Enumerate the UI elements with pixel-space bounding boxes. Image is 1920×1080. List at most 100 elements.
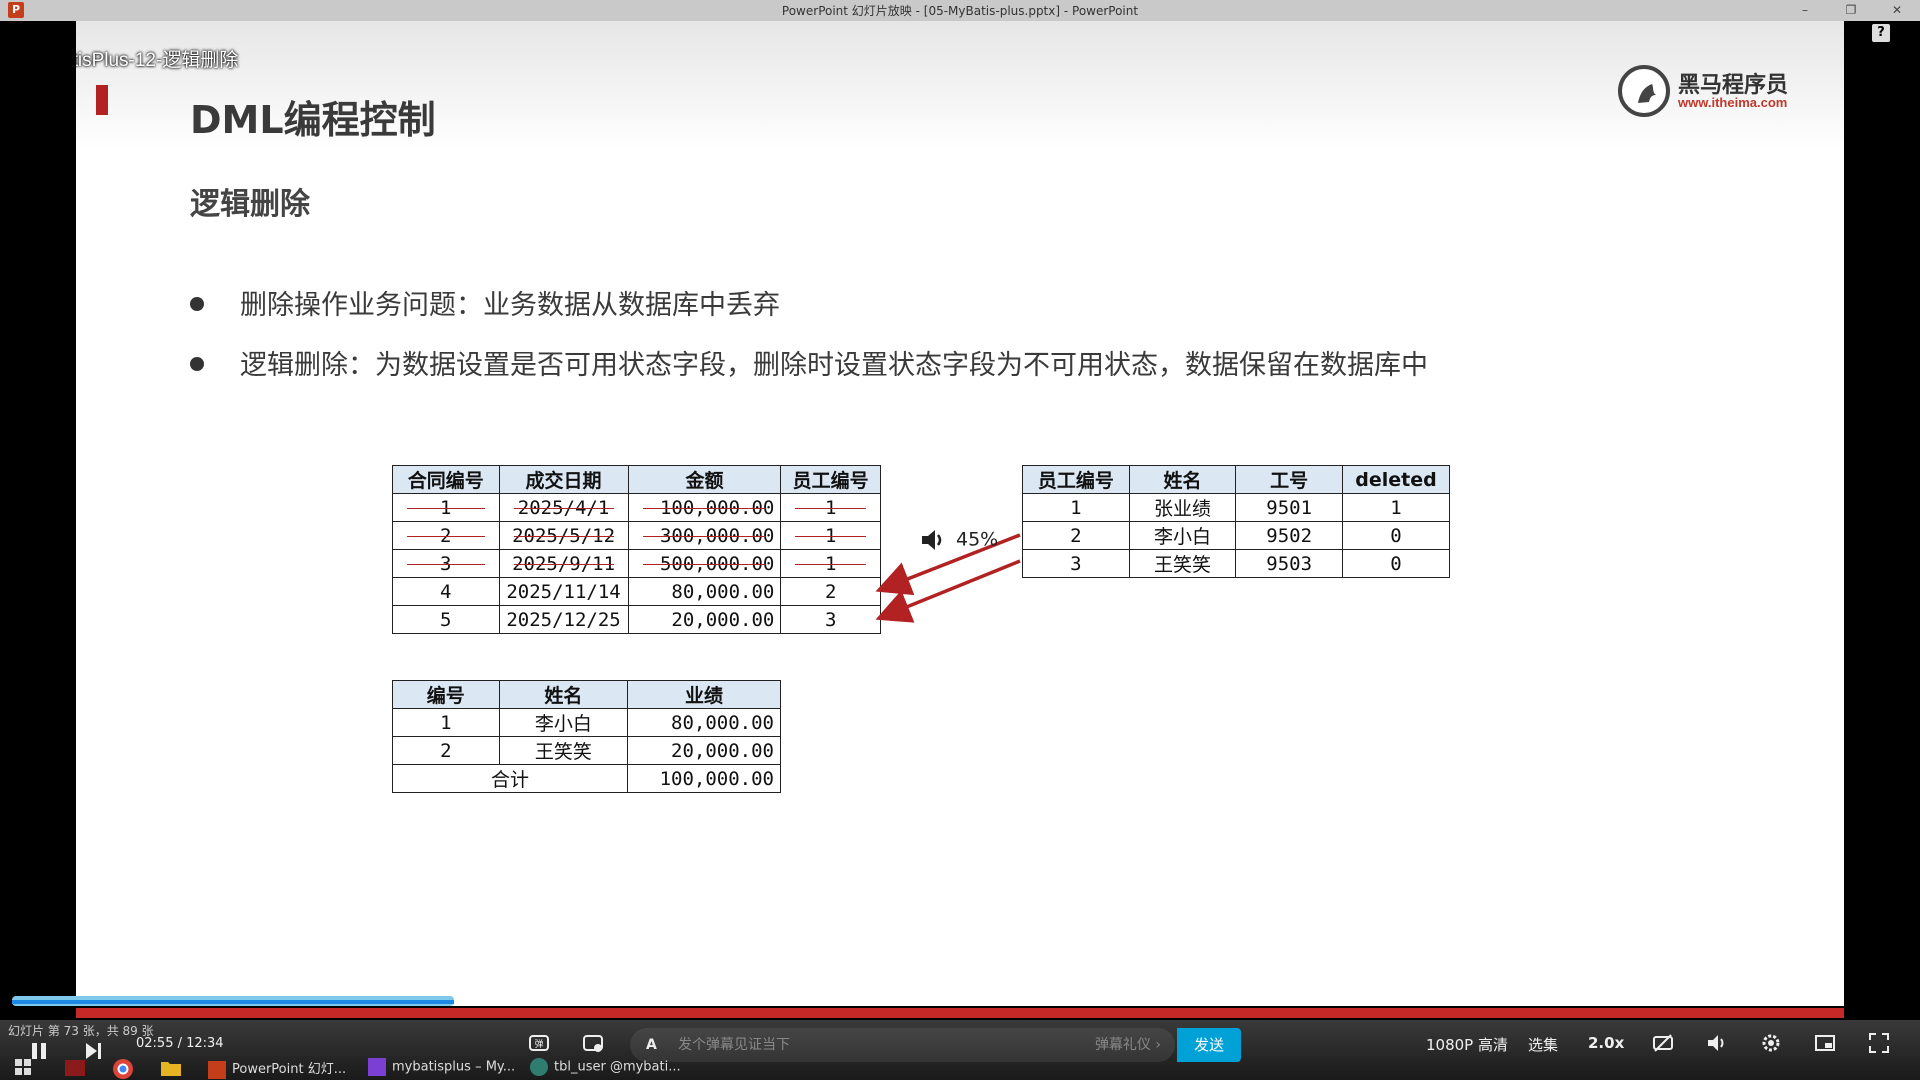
contract-table: 合同编号 成交日期 金额 员工编号 1 2025/4/1 100,000.00 … [392,465,881,634]
svg-text:弹: 弹 [534,1038,543,1050]
table-cell: 0 [1342,549,1450,578]
powerpoint-icon [208,1060,226,1079]
table-cell: 1 [780,521,881,550]
danmu-placeholder: 发个弹幕见证当下 [678,1037,790,1053]
table-cell: 1 [780,549,881,578]
table-header: 合同编号 [392,465,500,494]
episodes-button[interactable]: 选集 [1528,1034,1558,1055]
folder-icon[interactable] [160,1058,182,1080]
taskbar-intellij[interactable]: mybatisplus – My... [368,1058,518,1080]
chrome-icon[interactable] [112,1058,134,1080]
table-cell: 80,000.00 [627,577,782,606]
text-style-icon[interactable]: A [646,1028,657,1062]
table-cell: 2025/11/14 [498,577,629,606]
table-cell: 2 [780,577,881,606]
table-header: 金额 [627,465,782,494]
app-icon[interactable] [64,1058,86,1080]
bullet-dot-icon [190,296,204,311]
slide-status: 幻灯片 第 73 张，共 89 张 [8,1024,154,1038]
window-title: PowerPoint 幻灯片放映 - [05-MyBatis-plus.pptx… [781,4,1139,18]
logo-circle [1618,65,1670,117]
bullet-dot-icon [190,356,204,371]
video-title: MyBatisPlus-12-逻辑删除 [76,50,239,71]
maximize-button[interactable]: ❐ [1828,0,1874,21]
table-cell: 2025/5/12 [498,521,629,550]
relation-arrows [875,533,1021,623]
table-row: 1 张业绩 9501 1 [1022,493,1450,522]
table-cell: 2 [392,736,500,765]
table-cell: 3 [1022,549,1130,578]
close-button[interactable]: ✕ [1874,0,1920,21]
slide: DML编程控制 黑马程序员 www.itheima.com 逻辑删除 删除操作业… [76,21,1844,1006]
table-cell: 9503 [1235,549,1344,578]
subtitle-icon[interactable] [1652,1032,1674,1054]
volume-icon[interactable] [1706,1032,1728,1054]
taskbar-label: PowerPoint 幻灯... [232,1062,347,1077]
danmu-settings-icon[interactable] [582,1032,604,1054]
table-cell: 2025/12/25 [498,605,629,634]
table-cell: 王笑笑 [498,736,629,765]
quality-button[interactable]: 1080P 高清 [1426,1034,1508,1055]
table-cell: 4 [392,577,500,606]
fullscreen-icon[interactable] [1868,1032,1890,1054]
table-header-row: 合同编号 成交日期 金额 员工编号 [392,465,881,494]
table-row-deleted: 3 2025/9/11 500,000.00 1 [392,549,881,578]
section-subtitle: 逻辑删除 [190,187,310,222]
help-icon[interactable]: ? [1872,24,1890,42]
logo-url: www.itheima.com [1678,95,1788,110]
table-header: 工号 [1235,465,1344,494]
bullet-item: 删除操作业务问题：业务数据从数据库中丢弃 [190,283,780,322]
table-row: 1 李小白 80,000.00 [392,708,781,737]
send-button[interactable]: 发送 [1177,1028,1241,1062]
table-cell: 5 [392,605,500,634]
taskbar-powerpoint[interactable]: PowerPoint 幻灯... [208,1058,358,1080]
total-label: 合计 [391,764,629,793]
table-cell: 0 [1342,521,1450,550]
table-cell: 1 [780,493,881,522]
slide-title: DML编程控制 [190,98,436,142]
intellij-icon [368,1058,386,1076]
minimize-button[interactable]: – [1782,0,1828,21]
table-cell: 9501 [1235,493,1344,522]
screen: P PowerPoint 幻灯片放映 - [05-MyBatis-plus.pp… [0,0,1920,1080]
table-cell: 9502 [1235,521,1344,550]
pip-icon[interactable] [1814,1032,1836,1054]
table-cell: 100,000.00 [627,493,782,522]
bullet-text: 逻辑删除：为数据设置是否可用状态字段，删除时设置状态字段为不可用状态，数据保留在… [240,350,1428,381]
settings-gear-icon[interactable] [1760,1032,1782,1054]
table-row: 3 王笑笑 9503 0 [1022,549,1450,578]
bullet-item: 逻辑删除：为数据设置是否可用状态字段，删除时设置状态字段为不可用状态，数据保留在… [190,343,1428,382]
table-header: 姓名 [498,680,629,709]
summary-table: 编号 姓名 业绩 1 李小白 80,000.00 2 王笑笑 20,000.00… [391,680,781,793]
table-cell: 3 [392,549,500,578]
table-cell: 1 [1022,493,1130,522]
table-cell: 500,000.00 [627,549,782,578]
window-titlebar: P PowerPoint 幻灯片放映 - [05-MyBatis-plus.pp… [0,0,1920,21]
danmu-toggle-icon[interactable]: 弹 [528,1032,550,1054]
volume-level: 45% [956,528,999,551]
table-cell: 2025/4/1 [498,493,629,522]
table-cell: 1 [392,708,500,737]
progress-track[interactable] [76,1008,1844,1018]
table-header-row: 员工编号 姓名 工号 deleted [1022,465,1450,494]
table-cell: 2 [392,521,500,550]
table-header: 员工编号 [1022,465,1130,494]
table-cell: 20,000.00 [627,736,781,765]
danmu-input[interactable]: A 发个弹幕见证当下 弹幕礼仪 › [630,1028,1175,1062]
windows-start-icon[interactable] [14,1058,32,1080]
table-header: 成交日期 [498,465,629,494]
table-header: deleted [1342,465,1450,494]
progress-played-line [12,1000,454,1004]
table-cell: 张业绩 [1128,493,1237,522]
table-row: 4 2025/11/14 80,000.00 2 [392,577,881,606]
table-cell: 1 [1342,493,1450,522]
horse-icon [1638,84,1656,103]
table-cell: 李小白 [1128,521,1237,550]
table-cell: 1 [392,493,500,522]
table-header: 业绩 [627,680,781,709]
table-total-row: 合计 100,000.00 [391,764,781,793]
left-letterbox [0,21,76,1001]
speed-button[interactable]: 2.0x [1588,1034,1624,1052]
table-cell: 20,000.00 [627,605,782,634]
danmu-etiquette-link[interactable]: 弹幕礼仪 › [1095,1028,1161,1062]
